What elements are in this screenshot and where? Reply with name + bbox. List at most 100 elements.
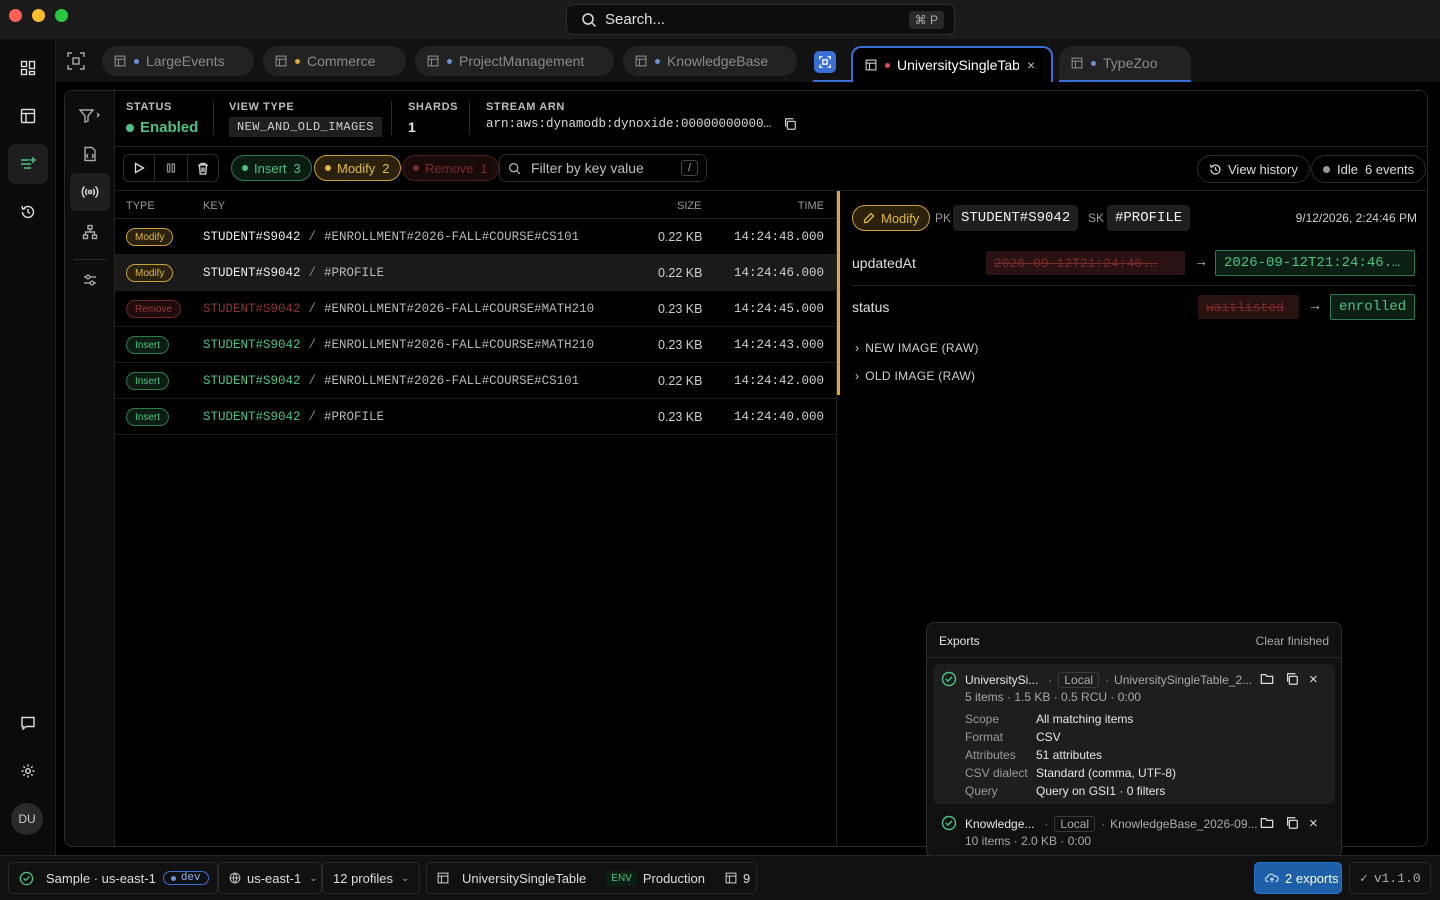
col-key[interactable]: KEY [203,200,225,212]
close-window-button[interactable] [9,9,22,22]
tab-projectmanagement[interactable]: ProjectManagement [415,46,614,76]
feedback-button[interactable] [8,703,48,743]
tab-knowledgebase[interactable]: KnowledgeBase [623,46,797,76]
export-location: Local [1054,816,1096,832]
event-time: 14:24:42.000 [733,374,824,388]
exports-button[interactable]: 2 exports [1254,862,1342,894]
col-size[interactable]: SIZE [677,200,701,212]
exports-popover: Exports Clear finished UniversitySi... ·… [926,622,1342,858]
table-row[interactable]: Modify STUDENT#S9042 / #PROFILE 0.22 KB 14:24… [115,255,836,291]
tab-commerce[interactable]: Commerce [263,46,406,76]
clear-events-button[interactable] [187,154,219,182]
version-indicator[interactable]: ✓ v1.1.0 [1349,862,1431,894]
separator: · [1048,673,1053,687]
key-filter-input[interactable]: Filter by key value / [499,154,707,182]
tab-label: UniversitySingleTabl [897,57,1019,73]
modify-accent-bar [837,191,840,395]
table-row[interactable]: Modify STUDENT#S9042 / #ENROLLMENT#2026-FAL… [115,219,836,255]
status-bar: Sample · us-east-1 dev us-east-1 ⌄ 12 pr… [0,855,1440,900]
table-icon [114,55,126,67]
tab-dot [134,58,139,64]
script-tool[interactable] [70,135,110,173]
globe-icon [229,872,241,884]
status-dot [126,123,134,132]
open-folder-button[interactable] [1260,672,1274,686]
new-image-toggle[interactable]: › NEW IMAGE (RAW) [855,341,979,355]
clear-finished-button[interactable]: Clear finished [1256,634,1329,648]
tab-typezoo[interactable]: TypeZoo [1059,46,1191,82]
zoom-window-button[interactable] [55,9,68,22]
tab-label: TypeZoo [1103,55,1158,71]
folder-icon [1260,818,1274,828]
table-row[interactable]: Insert STUDENT#S9042 / #ENROLLMENT#2026-FAL… [115,327,836,363]
check-circle-icon [941,671,957,687]
search-icon [581,12,597,28]
tab-largeevents[interactable]: LargeEvents [102,46,254,76]
history-button[interactable] [8,192,48,232]
open-folder-button[interactable] [1260,816,1274,830]
exports-label: 2 exports [1285,870,1339,886]
chevron-right-icon: › [855,341,860,355]
table-row[interactable]: Insert STUDENT#S9042 / #ENROLLMENT#2026-FAL… [115,363,836,399]
tables-button[interactable] [8,96,48,136]
play-button[interactable] [123,154,155,182]
title-bar: Search... ⌘ P [0,0,1440,40]
tab-universitysingletable[interactable]: UniversitySingleTabl × [851,46,1053,82]
col-type[interactable]: TYPE [126,200,155,212]
view-history-button[interactable]: View history [1197,155,1310,183]
avatar[interactable]: DU [11,803,43,835]
dashboard-button[interactable] [8,48,48,88]
events-table: TYPE KEY SIZE TIME Modify STUDENT#S9042 / #… [115,191,837,846]
export-item: UniversitySi... · Local · UniversitySing… [933,664,1335,804]
event-timestamp: 9/12/2026, 2:24:46 PM [1295,211,1417,225]
key-separator: / [308,230,317,244]
key-separator: / [308,338,317,352]
event-pk: STUDENT#S9042 [203,302,301,316]
change-old-value: waitlisted [1198,295,1299,319]
exports-title: Exports [939,634,980,648]
shards-label: SHARDS [408,101,459,113]
profiles-selector[interactable]: 12 profiles ⌄ [322,862,420,894]
tab-group-toggle[interactable] [813,49,853,82]
table-header: TYPE KEY SIZE TIME [115,191,836,219]
left-rail: DU [0,40,56,855]
table-row[interactable]: Insert STUDENT#S9042 / #PROFILE 0.23 KB 14:24… [115,399,836,435]
streams-button[interactable] [8,144,48,184]
pause-button[interactable] [155,154,187,182]
modify-filter-chip[interactable]: Modify 2 [314,155,401,181]
old-image-toggle[interactable]: › OLD IMAGE (RAW) [855,369,975,383]
filter-shortcut: / [680,160,698,176]
dismiss-export-button[interactable]: × [1309,815,1318,832]
copy-icon [1287,817,1298,829]
tab-label: Commerce [307,53,376,69]
settings-tool[interactable] [70,261,110,299]
stream-tool[interactable] [70,173,110,211]
copy-path-button[interactable] [1285,816,1299,830]
table-row[interactable]: Remove STUDENT#S9042 / #ENROLLMENT#2026-FAL… [115,291,836,327]
settings-button[interactable] [8,751,48,791]
table-name[interactable]: UniversitySingleTable [462,871,586,886]
event-key: STUDENT#S9042 / #PROFILE [203,410,384,424]
global-search[interactable]: Search... ⌘ P [566,4,955,35]
copy-arn-button[interactable] [783,117,797,131]
copy-path-button[interactable] [1285,672,1299,686]
dismiss-export-button[interactable]: × [1309,671,1318,688]
connection-selector[interactable]: Sample · us-east-1 dev [8,862,218,894]
tab-label: KnowledgeBase [667,53,769,69]
close-tab-icon[interactable]: × [1027,57,1035,73]
minimize-window-button[interactable] [32,9,45,22]
region-selector[interactable]: us-east-1 ⌄ [218,862,322,894]
event-pk: STUDENT#S9042 [203,230,301,244]
col-time[interactable]: TIME [798,200,824,212]
schema-tool[interactable] [70,213,110,251]
event-type-badge: Modify [852,205,931,231]
table-context: UniversitySingleTable ENV Production 9 [426,862,757,894]
idle-dot [1323,165,1330,173]
insert-filter-chip[interactable]: Insert 3 [231,155,312,181]
pk-label: PK [935,211,952,225]
table-icon [865,59,877,71]
event-time: 14:24:46.000 [733,266,824,280]
filter-tool[interactable] [70,97,110,135]
remove-filter-chip[interactable]: Remove 1 [402,155,499,181]
focus-tabs-button[interactable] [66,51,86,71]
